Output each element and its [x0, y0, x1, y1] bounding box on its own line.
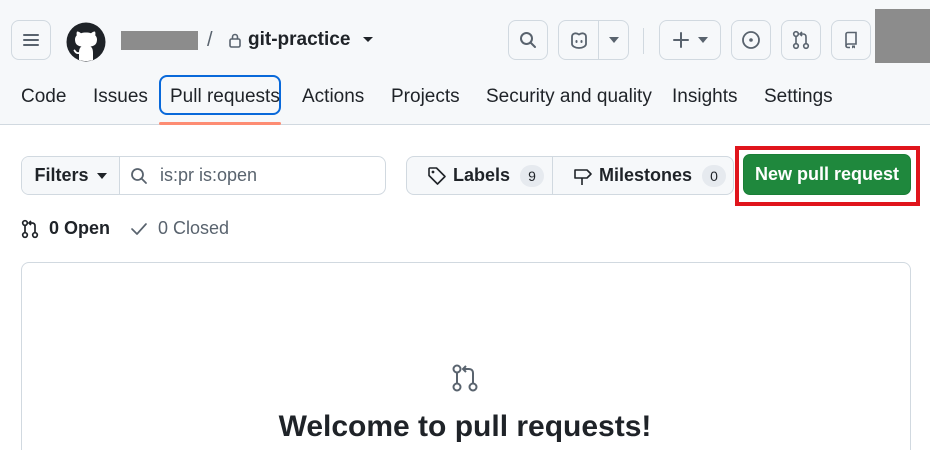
copilot-button[interactable] — [558, 20, 629, 60]
filter-bar: Filters is:pr is:open — [21, 156, 386, 195]
copilot-icon — [571, 32, 587, 49]
tab-actions[interactable]: Actions — [302, 86, 364, 108]
tab-insights[interactable]: Insights — [672, 86, 737, 108]
labels-button[interactable]: Labels 9 — [407, 157, 553, 194]
repo-selector[interactable]: git-practice — [228, 29, 374, 51]
open-count-label: 0 Open — [49, 218, 111, 238]
tab-settings[interactable]: Settings — [764, 86, 833, 108]
labels-count: 9 — [520, 164, 545, 187]
hamburger-icon — [23, 34, 39, 46]
user-avatar[interactable] — [875, 9, 930, 63]
closed-prs-link[interactable]: 0 Closed — [130, 218, 229, 239]
repositories-button[interactable] — [831, 20, 871, 60]
tab-code[interactable]: Code — [21, 86, 66, 108]
issues-button[interactable] — [731, 20, 771, 60]
caret-down-icon — [363, 37, 374, 42]
labels-label: Labels — [453, 165, 511, 185]
pull-requests-button[interactable] — [781, 20, 821, 60]
state-filter: 0 Open 0 Closed — [21, 218, 229, 239]
blankslate-title: Welcome to pull requests! — [278, 410, 652, 443]
active-tab-underline — [159, 122, 281, 125]
filters-button[interactable]: Filters — [22, 157, 120, 194]
search-query: is:pr is:open — [160, 165, 258, 185]
caret-down-icon — [96, 172, 107, 179]
new-pull-request-button[interactable]: New pull request — [743, 154, 911, 195]
milestones-button[interactable]: Milestones 0 — [553, 157, 733, 194]
lock-icon — [229, 33, 241, 48]
labels-milestones-group: Labels 9 Milestones 0 — [406, 156, 734, 195]
git-pull-request-icon — [792, 30, 810, 50]
milestone-icon — [574, 168, 592, 185]
github-logo-icon[interactable] — [66, 22, 106, 62]
create-new-button[interactable] — [659, 20, 721, 60]
search-icon — [520, 32, 536, 48]
tab-issues[interactable]: Issues — [93, 86, 148, 108]
tab-pull-requests[interactable]: Pull requests — [170, 86, 280, 108]
menu-button[interactable] — [11, 20, 51, 60]
check-icon — [131, 222, 147, 235]
filters-label: Filters — [34, 165, 89, 185]
header-divider — [643, 28, 644, 54]
caret-down-icon — [609, 37, 619, 43]
search-icon — [131, 167, 147, 184]
owner-name-redacted[interactable] — [121, 31, 198, 50]
repo-name: git-practice — [248, 29, 351, 50]
copilot-divider — [598, 21, 599, 59]
app-header: / git-practice Code Issues Pull requests… — [0, 0, 930, 125]
tab-security[interactable]: Security and quality — [486, 86, 652, 108]
search-input[interactable]: is:pr is:open — [120, 157, 385, 194]
tag-icon — [428, 166, 446, 185]
repo-icon — [845, 31, 857, 49]
git-pull-request-icon — [21, 219, 39, 238]
caret-down-icon — [697, 37, 708, 43]
git-pull-request-icon — [452, 364, 478, 392]
breadcrumb-separator: / — [207, 29, 213, 51]
milestones-label: Milestones — [599, 165, 693, 185]
closed-count-label: 0 Closed — [158, 218, 230, 238]
issue-opened-icon — [742, 31, 760, 49]
plus-icon — [672, 32, 689, 48]
open-prs-link[interactable]: 0 Open — [21, 218, 110, 239]
milestones-count: 0 — [702, 164, 727, 187]
search-button[interactable] — [508, 20, 548, 60]
tab-projects[interactable]: Projects — [391, 86, 460, 108]
